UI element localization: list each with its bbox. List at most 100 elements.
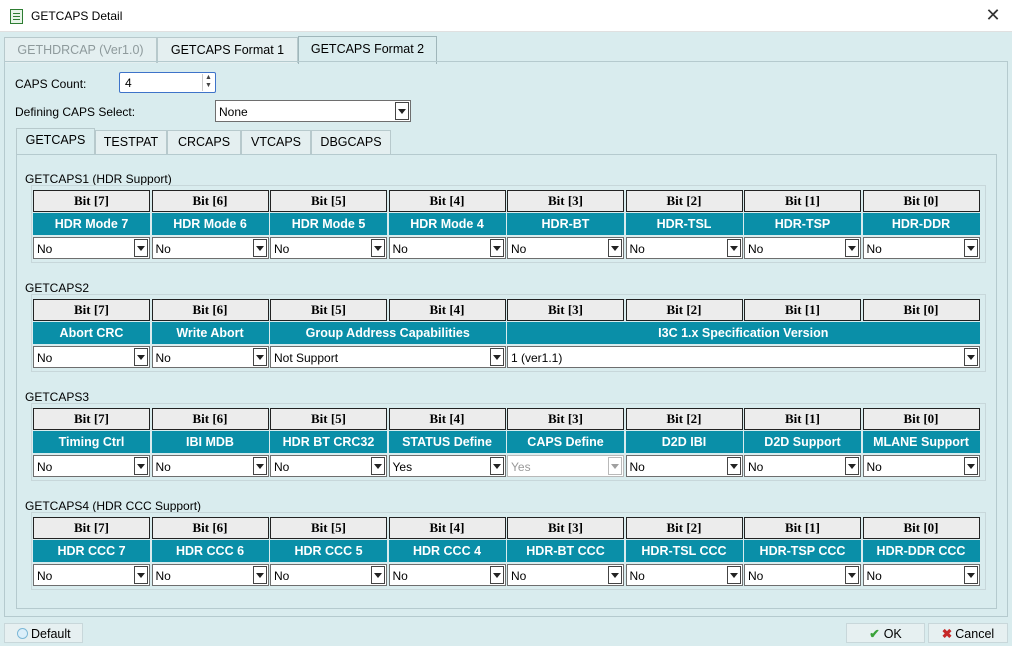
subtab-dbgcaps[interactable]: DBGCAPS [311,130,391,154]
chevron-down-icon[interactable] [726,457,741,475]
field-value-select[interactable]: No [388,564,506,586]
tab-getcaps-format-1[interactable]: GETCAPS Format 1 [157,37,298,63]
chevron-down-icon[interactable] [963,239,978,257]
chevron-down-icon[interactable] [489,348,504,366]
field-value: No [37,569,53,583]
field-value-select[interactable]: No [862,564,980,586]
chevron-down-icon[interactable] [726,239,741,257]
field-value-select[interactable]: No [744,455,861,477]
subtab-testpat[interactable]: TESTPAT [95,130,167,154]
chevron-down-icon[interactable] [963,566,978,584]
chevron-down-icon[interactable] [134,457,148,475]
subtab-getcaps[interactable]: GETCAPS [16,128,95,155]
bit-header: Bit [1] [744,299,861,321]
spinner-buttons[interactable]: ▲ ▼ [202,74,214,91]
field-value-select[interactable]: No [33,346,150,368]
chevron-down-icon[interactable] [371,566,385,584]
chevron-down-icon[interactable] [134,348,148,366]
field-value: No [629,242,645,256]
field-value-select: Yes [507,455,624,477]
field-value-select[interactable]: No [744,564,861,586]
field-value-select[interactable]: No [507,564,624,586]
field-value-select[interactable]: No [625,455,743,477]
document-icon [10,9,23,24]
field-name-header: HDR CCC 6 [151,540,269,562]
field-value-select[interactable]: No [33,564,150,586]
chevron-down-icon[interactable] [252,457,267,475]
chevron-down-icon[interactable] [371,457,385,475]
chevron-down-icon[interactable] [252,239,267,257]
caps-count-label: CAPS Count: [15,77,87,91]
field-value-select[interactable]: No [151,564,269,586]
field-name-header: HDR-BT [507,213,624,235]
close-button[interactable]: ✕ [982,4,1004,26]
tab-getcaps-format-2[interactable]: GETCAPS Format 2 [298,36,437,64]
bottom-bar: Default ✔ OK ✖ Cancel [0,620,1012,646]
field-value: No [629,460,645,474]
chevron-down-icon[interactable] [608,566,622,584]
chevron-down-icon[interactable] [963,457,978,475]
field-name-header: HDR Mode 6 [151,213,269,235]
spin-up-icon[interactable]: ▲ [203,74,214,82]
chevron-down-icon[interactable] [134,239,148,257]
field-value-select[interactable]: No [862,455,980,477]
field-value-select[interactable]: No [388,237,506,259]
field-value-select[interactable]: No [151,346,269,368]
bit-header: Bit [7] [33,190,150,212]
bit-header: Bit [5] [270,299,387,321]
chevron-down-icon[interactable] [489,239,504,257]
chevron-down-icon[interactable] [963,348,978,366]
caps-count-spinner[interactable]: 4 ▲ ▼ [119,72,216,93]
field-value: No [155,242,171,256]
group-label: GETCAPS3 [25,390,90,404]
chevron-down-icon[interactable] [489,566,504,584]
defining-caps-select[interactable]: None [215,100,411,122]
field-value-select[interactable]: Yes [388,455,506,477]
chevron-down-icon[interactable] [134,566,148,584]
chevron-down-icon[interactable] [845,239,859,257]
chevron-down-icon[interactable] [726,566,741,584]
field-value-select[interactable]: No [744,237,861,259]
field-value-select[interactable]: No [625,237,743,259]
field-value-select[interactable]: Not Support [270,346,506,368]
field-name-header: HDR CCC 4 [388,540,506,562]
field-value-select[interactable]: No [270,455,387,477]
chevron-down-icon[interactable] [395,102,409,120]
bit-header: Bit [1] [744,408,861,430]
field-value-select[interactable]: No [862,237,980,259]
field-value-select[interactable]: No [270,237,387,259]
field-name-header: I3C 1.x Specification Version [507,322,980,344]
field-value-select[interactable]: No [33,237,150,259]
bit-header: Bit [4] [388,517,506,539]
ok-button[interactable]: ✔ OK [846,623,925,643]
subtab-crcaps[interactable]: CRCAPS [167,130,241,154]
field-value-select[interactable]: 1 (ver1.1) [507,346,980,368]
default-button[interactable]: Default [4,623,83,643]
subtab-vtcaps[interactable]: VTCAPS [241,130,311,154]
field-value-select[interactable]: No [151,237,269,259]
chevron-down-icon[interactable] [371,239,385,257]
field-value-select[interactable]: No [33,455,150,477]
field-value: No [155,460,171,474]
window-title: GETCAPS Detail [31,9,123,23]
cancel-button[interactable]: ✖ Cancel [928,623,1008,643]
chevron-down-icon[interactable] [252,348,267,366]
spin-down-icon[interactable]: ▼ [203,82,214,90]
chevron-down-icon[interactable] [845,566,859,584]
bit-header: Bit [3] [507,190,624,212]
bit-header: Bit [3] [507,517,624,539]
chevron-down-icon[interactable] [845,457,859,475]
field-value-select[interactable]: No [151,455,269,477]
field-name-header: HDR-TSL [625,213,743,235]
check-icon: ✔ [869,627,880,641]
tab-gethdrcap[interactable]: GETHDRCAP (Ver1.0) [4,37,157,63]
bit-header: Bit [7] [33,408,150,430]
field-name-header: Group Address Capabilities [270,322,506,344]
chevron-down-icon[interactable] [608,239,622,257]
chevron-down-icon[interactable] [489,457,504,475]
field-value-select[interactable]: No [625,564,743,586]
field-value-select[interactable]: No [270,564,387,586]
field-value-select[interactable]: No [507,237,624,259]
field-value: No [866,569,882,583]
chevron-down-icon[interactable] [252,566,267,584]
